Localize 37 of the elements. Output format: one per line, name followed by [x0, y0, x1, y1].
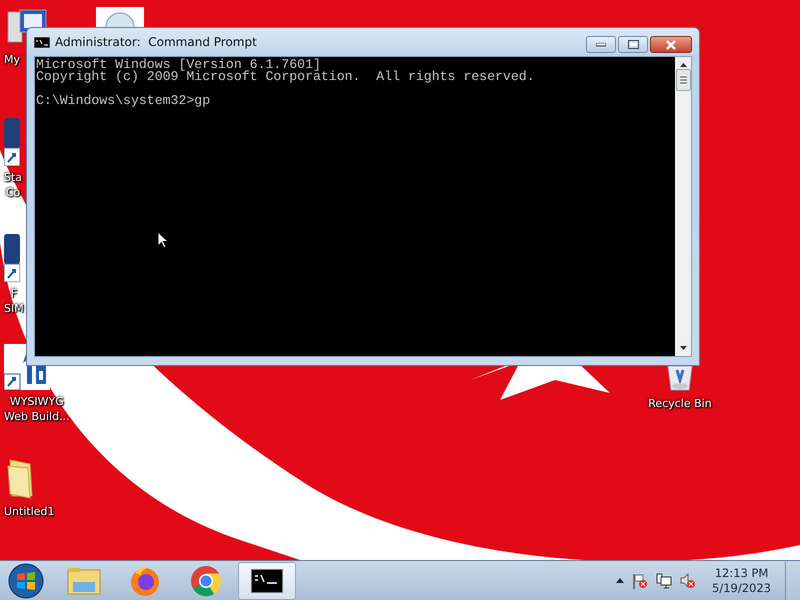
maximize-button[interactable]	[618, 36, 648, 53]
clock-date: 5/19/2023	[712, 580, 771, 596]
mouse-pointer-icon	[157, 231, 169, 249]
taskbar-button[interactable]	[238, 562, 296, 600]
shortcut-icon	[4, 234, 20, 282]
scrollbar-thumb[interactable]	[676, 69, 690, 91]
scroll-down-arrow-icon	[680, 346, 686, 350]
close-button[interactable]	[650, 36, 692, 53]
flag-icon[interactable]	[632, 572, 648, 588]
clock[interactable]: 12:13 PM 5/19/2023	[712, 566, 771, 596]
icon-label: F	[10, 286, 18, 301]
recycle-bin-icon	[665, 366, 695, 392]
folder-icon	[67, 566, 101, 596]
icon-label: Web Build...	[4, 409, 70, 424]
icon-label: My	[4, 52, 20, 67]
clock-time: 12:13 PM	[714, 566, 768, 580]
scroll-up-arrow-icon	[680, 63, 686, 67]
icon-label: Co	[6, 185, 20, 200]
minimize-icon	[596, 42, 606, 46]
speaker-icon[interactable]	[680, 572, 696, 588]
shortcut-icon	[4, 118, 20, 166]
command-prompt-icon	[251, 568, 283, 592]
icon-label: Recycle Bin	[648, 396, 712, 411]
maximize-icon	[628, 40, 638, 49]
icon-label: Untitled1	[4, 504, 55, 519]
windows-logo-icon	[8, 562, 44, 598]
console-output: Microsoft Windows [Version 6.1.7601] Copyright (c) 2009 Microsoft Corporation. All rights reserved. C:\Windows\system32>gp	[35, 57, 675, 356]
network-icon[interactable]	[656, 572, 672, 588]
command-prompt-icon	[34, 36, 50, 48]
chrome-icon	[190, 564, 222, 596]
close-icon	[665, 40, 677, 50]
globe-icon	[96, 7, 144, 27]
scrollbar[interactable]	[675, 57, 691, 356]
grip-icon	[680, 76, 686, 84]
show-hidden-icons-icon[interactable]	[616, 578, 624, 583]
window-title: Administrator: Command Prompt	[55, 35, 257, 49]
minimize-button[interactable]	[586, 36, 616, 53]
